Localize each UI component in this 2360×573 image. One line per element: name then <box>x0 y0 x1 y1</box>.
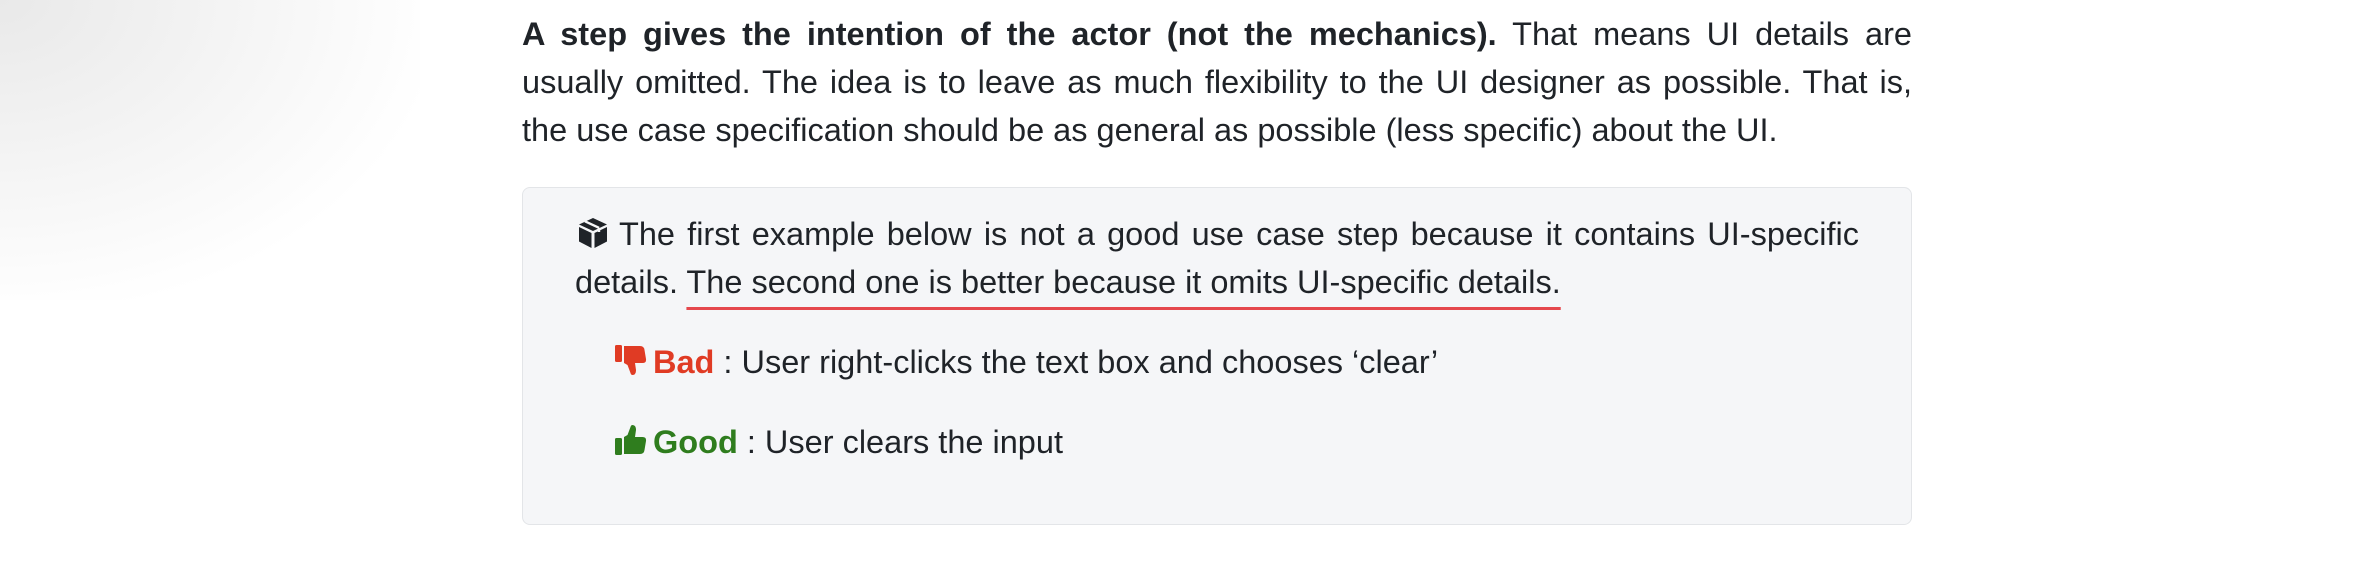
example-bad: Bad : User right-clicks the text box and… <box>575 338 1859 386</box>
bad-label: Bad <box>653 344 715 380</box>
callout-underlined-text: The second one is better because it omit… <box>686 264 1561 300</box>
example-good: Good : User clears the input <box>575 418 1859 466</box>
main-content: A step gives the intention of the actor … <box>522 10 1912 525</box>
callout-paragraph: The first example below is not a good us… <box>575 210 1859 306</box>
intro-bold-lead: A step gives the intention of the actor … <box>522 16 1497 52</box>
bad-example-text: : User right-clicks the text box and cho… <box>714 344 1439 380</box>
box-icon <box>575 215 611 251</box>
thumbs-down-icon <box>613 342 649 378</box>
good-example-text: : User clears the input <box>737 424 1063 460</box>
callout-box: The first example below is not a good us… <box>522 187 1912 525</box>
good-label: Good <box>653 424 738 460</box>
intro-paragraph: A step gives the intention of the actor … <box>522 10 1912 154</box>
thumbs-up-icon <box>613 422 649 458</box>
background-shade <box>0 0 420 300</box>
